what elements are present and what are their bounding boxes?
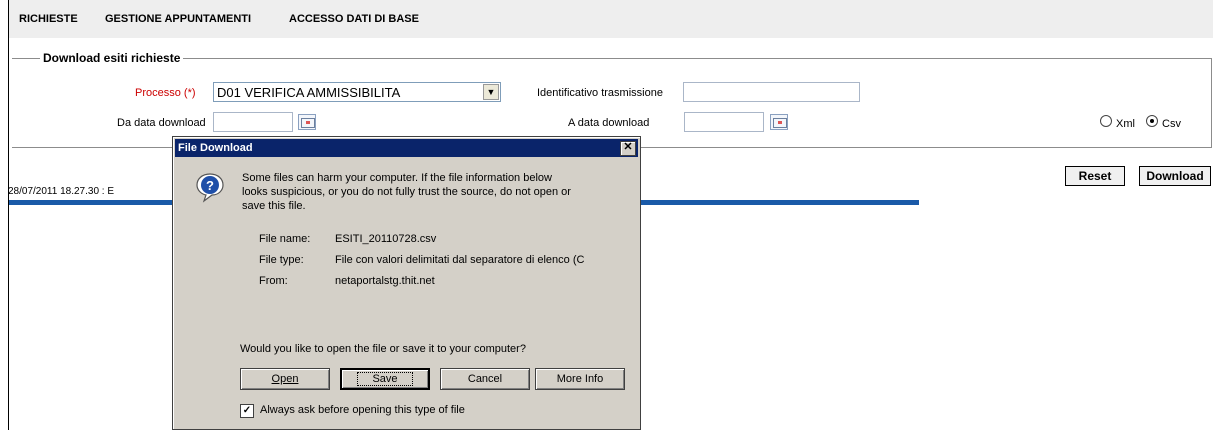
- fieldset-legend: Download esiti richieste: [40, 51, 184, 65]
- da-data-label: Da data download: [117, 117, 206, 129]
- file-download-dialog: File Download ✕ ? Some files can harm yo…: [172, 136, 641, 430]
- save-button[interactable]: Save: [340, 368, 430, 390]
- open-button-label: Open: [271, 373, 299, 385]
- always-ask-checkbox[interactable]: ✓: [240, 404, 254, 418]
- warning-line-1: Some files can harm your computer. If th…: [242, 172, 552, 184]
- download-esiti-fieldset: [12, 58, 1212, 148]
- warning-line-3: save this file.: [242, 200, 306, 212]
- identificativo-input[interactable]: [683, 82, 860, 102]
- file-name-value: ESITI_20110728.csv: [335, 233, 437, 245]
- warning-line-2: looks suspicious, or you do not fully tr…: [242, 186, 571, 198]
- dialog-titlebar[interactable]: File Download ✕: [175, 139, 638, 157]
- reset-button[interactable]: Reset: [1065, 166, 1125, 186]
- xml-radio-label: Xml: [1116, 118, 1135, 130]
- identificativo-label: Identificativo trasmissione: [537, 87, 663, 99]
- file-type-value: File con valori delimitati dal separator…: [335, 254, 585, 266]
- menu-item-gestione-appuntamenti[interactable]: GESTIONE APPUNTAMENTI: [105, 13, 251, 25]
- file-name-label: File name:: [259, 233, 311, 245]
- chevron-down-icon[interactable]: ▼: [483, 84, 499, 100]
- close-icon[interactable]: ✕: [620, 141, 636, 156]
- da-data-input[interactable]: [213, 112, 293, 132]
- menu-item-accesso-dati-di-base[interactable]: ACCESSO DATI DI BASE: [289, 13, 419, 25]
- processo-label: Processo (*): [135, 87, 196, 99]
- processo-select[interactable]: D01 VERIFICA AMMISSIBILITA ▼: [213, 82, 501, 102]
- always-ask-label: Always ask before opening this type of f…: [260, 404, 465, 416]
- a-data-input[interactable]: [684, 112, 764, 132]
- calendar-icon[interactable]: [298, 114, 316, 130]
- dialog-question: Would you like to open the file or save …: [240, 343, 526, 355]
- menu-item-richieste[interactable]: RICHIESTE: [19, 13, 78, 25]
- from-value: netaportalstg.thit.net: [335, 275, 435, 287]
- from-label: From:: [259, 275, 288, 287]
- a-data-label: A data download: [568, 117, 650, 129]
- top-menu-bar: RICHIESTE GESTIONE APPUNTAMENTI ACCESSO …: [9, 0, 1213, 38]
- csv-radio[interactable]: [1146, 115, 1158, 127]
- svg-text:?: ?: [206, 178, 214, 193]
- question-icon: ?: [196, 173, 224, 203]
- more-info-button[interactable]: More Info: [535, 368, 625, 390]
- csv-radio-label: Csv: [1162, 118, 1181, 130]
- xml-radio[interactable]: [1100, 115, 1112, 127]
- download-button[interactable]: Download: [1139, 166, 1211, 186]
- file-type-label: File type:: [259, 254, 304, 266]
- page-left-border: [8, 0, 9, 430]
- calendar-icon[interactable]: [770, 114, 788, 130]
- open-button[interactable]: Open: [240, 368, 330, 390]
- processo-selected-value: D01 VERIFICA AMMISSIBILITA: [217, 85, 401, 100]
- status-timestamp: 28/07/2011 18.27.30 : E: [8, 186, 115, 197]
- dialog-title: File Download: [178, 142, 253, 154]
- cancel-button[interactable]: Cancel: [440, 368, 530, 390]
- save-button-label: Save: [357, 372, 413, 386]
